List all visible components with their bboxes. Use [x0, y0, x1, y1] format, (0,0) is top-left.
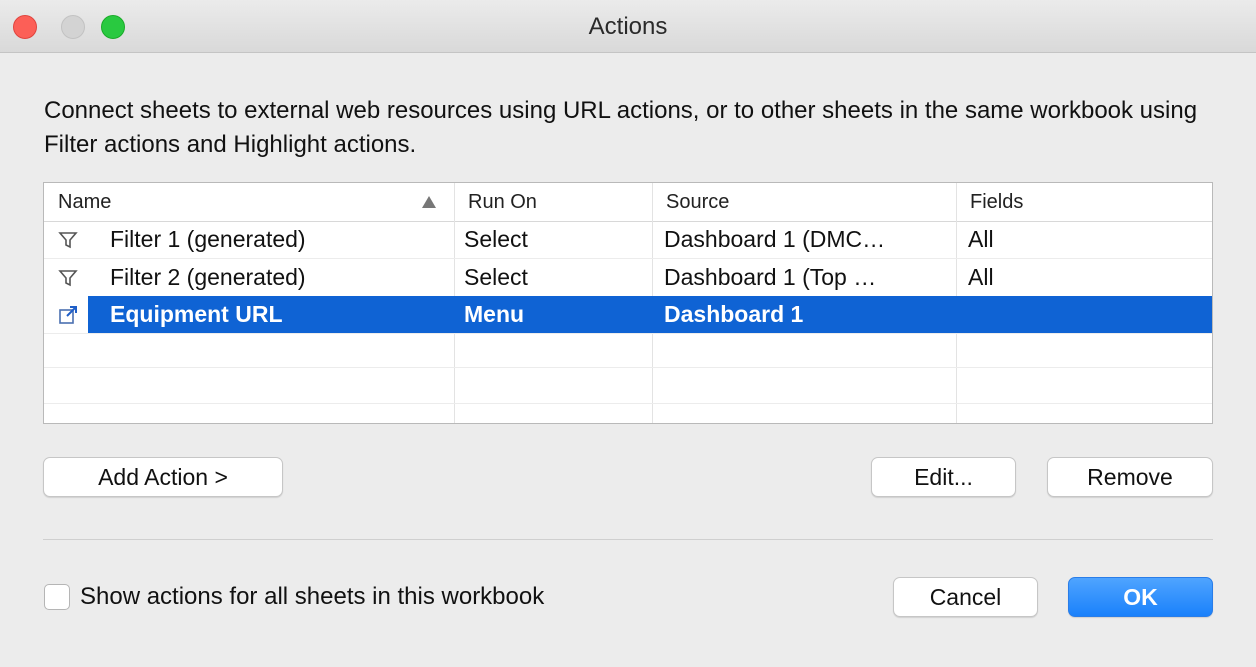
- table-row[interactable]: Filter 1 (generated) Select Dashboard 1 …: [44, 221, 1212, 258]
- column-header-name-label: Name: [58, 191, 112, 213]
- cancel-button[interactable]: Cancel: [893, 577, 1038, 617]
- row-run-on: Select: [464, 264, 528, 290]
- row-divider: [44, 403, 1212, 404]
- url-link-icon: [59, 306, 77, 324]
- title-bar: Actions: [0, 0, 1256, 53]
- dialog-description: Connect sheets to external web resources…: [44, 97, 1198, 158]
- add-action-button[interactable]: Add Action >: [43, 457, 283, 497]
- column-header-name[interactable]: Name: [44, 183, 454, 221]
- row-divider: [44, 333, 1212, 334]
- row-source: Dashboard 1 (DMC…: [664, 226, 886, 252]
- show-all-sheets-checkbox[interactable]: [44, 584, 70, 610]
- row-source: Dashboard 1 (Top …: [664, 264, 877, 290]
- row-name: Filter 2 (generated): [110, 264, 306, 290]
- column-header-run-on[interactable]: Run On: [454, 183, 652, 221]
- window-title: Actions: [588, 13, 668, 40]
- show-all-sheets-label[interactable]: Show actions for all sheets in this work…: [80, 581, 544, 613]
- filter-icon: [58, 232, 78, 249]
- table-header: Name Run On Source Fields: [44, 183, 1212, 222]
- remove-button[interactable]: Remove: [1047, 457, 1213, 497]
- actions-table: Name Run On Source Fields Filter 1 (gene…: [43, 182, 1213, 424]
- table-row[interactable]: Filter 2 (generated) Select Dashboard 1 …: [44, 259, 1212, 296]
- row-source: Dashboard 1: [664, 301, 804, 327]
- row-run-on: Select: [464, 226, 528, 252]
- row-name: Equipment URL: [110, 301, 283, 327]
- row-name: Filter 1 (generated): [110, 226, 306, 252]
- column-header-fields[interactable]: Fields: [956, 183, 1212, 221]
- row-fields: All: [968, 226, 994, 252]
- filter-icon: [58, 270, 78, 287]
- column-header-run-on-label: Run On: [468, 191, 537, 213]
- column-header-fields-label: Fields: [970, 191, 1024, 213]
- row-fields: All: [968, 264, 994, 290]
- sort-ascending-icon[interactable]: [422, 196, 436, 208]
- column-header-source[interactable]: Source: [652, 183, 956, 221]
- edit-button[interactable]: Edit...: [871, 457, 1016, 497]
- row-run-on: Menu: [464, 301, 525, 327]
- column-header-source-label: Source: [666, 191, 730, 213]
- table-row-selected[interactable]: Equipment URL Menu Dashboard 1: [44, 296, 1212, 333]
- separator-line: [43, 539, 1213, 540]
- row-divider: [44, 367, 1212, 368]
- ok-button[interactable]: OK: [1068, 577, 1213, 617]
